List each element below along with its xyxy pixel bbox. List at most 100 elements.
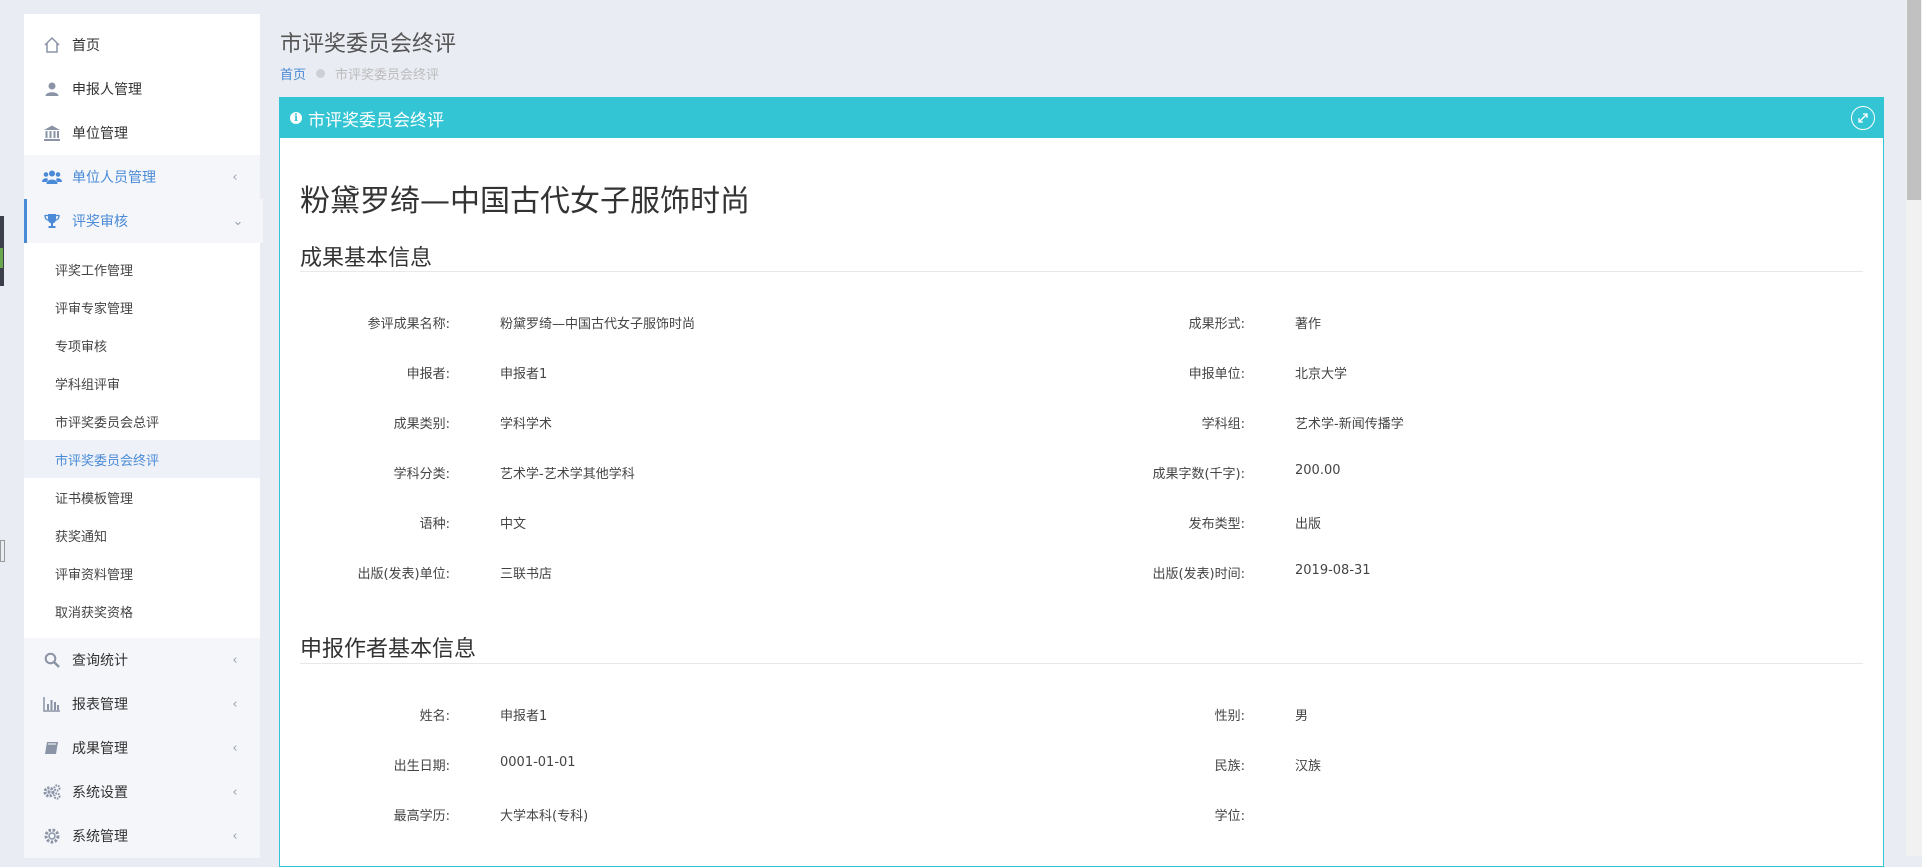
sidebar-item-applicant[interactable]: 申报人管理 — [24, 67, 260, 111]
sidebar-subitem-active[interactable]: 市评奖委员会终评 — [24, 440, 260, 478]
field-label: 成果形式: — [1188, 317, 1245, 332]
field-label: 性别: — [1214, 709, 1245, 724]
chevron-left-icon: ‹ — [232, 784, 238, 800]
field-label: 出版(发表)单位: — [357, 567, 450, 582]
info-icon: i — [290, 112, 302, 124]
field-label: 最高学历: — [393, 809, 450, 824]
sidebar-item-system-admin[interactable]: 系统管理 ‹ — [24, 814, 260, 858]
breadcrumb-separator-icon — [316, 69, 326, 78]
field-label: 语种: — [419, 517, 450, 532]
field-label: 成果字数(千字): — [1152, 467, 1245, 482]
chevron-left-icon: ‹ — [232, 696, 238, 712]
sidebar-subitem[interactable]: 评审专家管理 — [24, 288, 260, 326]
field-value: 大学本科(专科) — [500, 809, 589, 824]
sidebar-item-label: 查询统计 — [72, 653, 128, 669]
chevron-left-icon: ‹ — [232, 169, 238, 185]
field-value: 申报者1 — [500, 367, 548, 382]
field-value: 男 — [1295, 709, 1309, 724]
page-title: 市评奖委员会终评 — [280, 32, 457, 57]
sidebar-item-results[interactable]: 成果管理 ‹ — [24, 726, 260, 770]
content-panel: i 市评奖委员会终评 粉黛罗绮—中国古代女子服饰时尚 成果基本信息 参评成果名称… — [279, 97, 1884, 867]
section-divider — [300, 271, 1863, 272]
section-title-author-info: 申报作者基本信息 — [300, 637, 477, 662]
home-icon — [42, 35, 62, 55]
sidebar-subitem[interactable]: 学科组评审 — [24, 364, 260, 402]
breadcrumb-home-link[interactable]: 首页 — [280, 64, 306, 83]
sidebar-item-unit[interactable]: 单位管理 — [24, 111, 260, 155]
field-label: 申报单位: — [1188, 367, 1245, 382]
field-value: 粉黛罗绮—中国古代女子服饰时尚 — [500, 317, 696, 332]
field-value: 出版 — [1295, 517, 1322, 532]
expand-icon — [1858, 113, 1868, 123]
sidebar-subitem[interactable]: 证书模板管理 — [24, 478, 260, 516]
sidebar-subitem[interactable]: 市评奖委员会总评 — [24, 402, 260, 440]
chevron-down-icon: ⌄ — [232, 213, 244, 229]
users-icon — [42, 167, 62, 187]
field-label: 姓名: — [419, 709, 450, 724]
cogs-icon — [42, 782, 62, 802]
left-edge-strip — [0, 0, 24, 856]
sidebar-item-label: 首页 — [72, 38, 100, 54]
sidebar-item-label: 单位管理 — [72, 126, 128, 142]
chevron-left-icon: ‹ — [232, 652, 238, 668]
trophy-icon — [42, 211, 62, 231]
chevron-left-icon: ‹ — [232, 740, 238, 756]
edge-mark — [0, 248, 3, 268]
edge-mark — [0, 540, 5, 562]
sidebar: 首页 申报人管理 单位管理 单位人员管理 ‹ 评奖审核 ⌄ 评奖工作管理 评审专… — [24, 14, 263, 858]
sidebar-item-home[interactable]: 首页 — [24, 23, 260, 67]
sidebar-item-label: 成果管理 — [72, 741, 128, 757]
sidebar-item-reports[interactable]: 报表管理 ‹ — [24, 682, 260, 726]
field-value: 三联书店 — [500, 567, 553, 582]
sidebar-item-label: 单位人员管理 — [72, 170, 156, 186]
sidebar-subitem[interactable]: 获奖通知 — [24, 516, 260, 554]
section-title-basic-info: 成果基本信息 — [300, 246, 433, 271]
field-label: 成果类别: — [393, 417, 450, 432]
section-divider — [300, 663, 1863, 664]
sidebar-subitem[interactable]: 专项审核 — [24, 326, 260, 364]
sidebar-item-unit-staff[interactable]: 单位人员管理 ‹ — [24, 155, 260, 199]
panel-header-title: 市评奖委员会终评 — [308, 110, 444, 131]
sidebar-item-system-settings[interactable]: 系统设置 ‹ — [24, 770, 260, 814]
chevron-left-icon: ‹ — [232, 828, 238, 844]
breadcrumb: 首页 市评奖委员会终评 — [280, 64, 439, 83]
breadcrumb-current: 市评奖委员会终评 — [335, 68, 440, 83]
field-value: 2019-08-31 — [1295, 563, 1371, 578]
field-label: 出版(发表)时间: — [1152, 567, 1245, 582]
field-value: 学科学术 — [500, 417, 553, 432]
field-label: 学科组: — [1201, 417, 1245, 432]
panel-header: i 市评奖委员会终评 — [280, 98, 1883, 138]
sidebar-item-award-review[interactable]: 评奖审核 ⌄ — [24, 199, 263, 243]
field-label: 学科分类: — [393, 467, 450, 482]
sidebar-item-label: 评奖审核 — [72, 214, 128, 230]
field-label: 出生日期: — [393, 759, 450, 774]
user-icon — [42, 79, 62, 99]
expand-button[interactable] — [1851, 106, 1875, 130]
sidebar-item-label: 系统设置 — [72, 785, 128, 801]
field-value: 0001-01-01 — [500, 755, 576, 770]
search-icon — [42, 650, 62, 670]
scrollbar-thumb[interactable] — [1907, 0, 1921, 200]
gear-icon — [42, 826, 62, 846]
field-label: 发布类型: — [1188, 517, 1245, 532]
field-value: 北京大学 — [1295, 367, 1348, 382]
field-value: 著作 — [1295, 317, 1322, 332]
field-value: 200.00 — [1295, 463, 1341, 478]
sidebar-item-label: 报表管理 — [72, 697, 128, 713]
bar-chart-icon — [42, 694, 62, 714]
sidebar-subitem[interactable]: 取消获奖资格 — [24, 592, 260, 630]
field-value: 汉族 — [1295, 759, 1322, 774]
field-value: 艺术学-艺术学其他学科 — [500, 467, 635, 482]
sidebar-item-label: 系统管理 — [72, 829, 128, 845]
book-title: 粉黛罗绮—中国古代女子服饰时尚 — [300, 184, 750, 219]
sidebar-item-query[interactable]: 查询统计 ‹ — [24, 638, 260, 682]
sidebar-item-label: 申报人管理 — [72, 82, 142, 98]
field-value: 艺术学-新闻传播学 — [1295, 417, 1404, 432]
field-label: 申报者: — [406, 367, 450, 382]
bank-icon — [42, 123, 62, 143]
field-value: 中文 — [500, 517, 527, 532]
sidebar-subitem[interactable]: 评审资料管理 — [24, 554, 260, 592]
field-label: 学位: — [1214, 809, 1245, 824]
field-value: 申报者1 — [500, 709, 548, 724]
sidebar-subitem[interactable]: 评奖工作管理 — [24, 250, 260, 288]
